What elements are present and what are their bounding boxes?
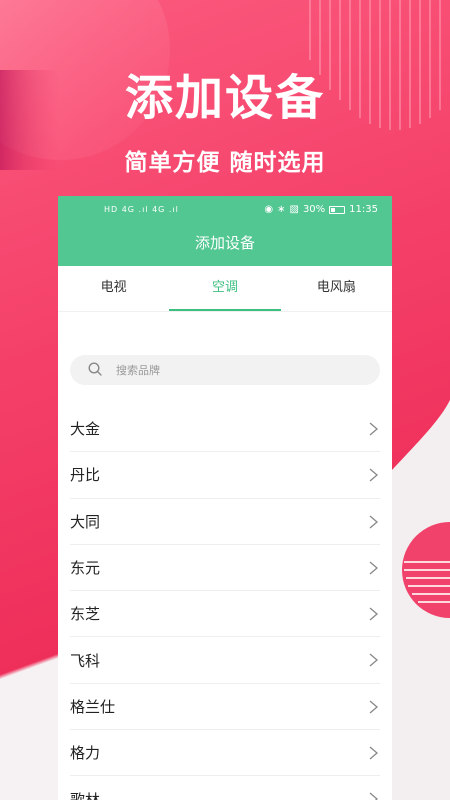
brand-name: 大同	[70, 512, 101, 531]
battery-icon	[329, 205, 346, 214]
list-item[interactable]: 飞科	[70, 637, 380, 684]
chevron-right-icon	[369, 700, 378, 714]
search-icon	[88, 362, 102, 376]
brand-name: 丹比	[70, 466, 101, 485]
tab-tv[interactable]: 电视	[58, 266, 169, 311]
search-bar	[70, 355, 380, 385]
list-item[interactable]: 格力	[70, 730, 380, 777]
chevron-right-icon	[369, 561, 378, 575]
tab-electric-fan[interactable]: 电风扇	[281, 266, 392, 311]
list-item[interactable]: 东芝	[70, 591, 380, 638]
chevron-right-icon	[369, 746, 378, 760]
list-item[interactable]: 丹比	[70, 452, 380, 499]
bluetooth-icon: ∗	[277, 204, 286, 215]
list-item[interactable]: 歌林	[70, 776, 380, 800]
chevron-right-icon	[369, 792, 378, 800]
app-header: HD 4G .ıl 4G .ıl ◉ ∗ ▧ 30% 11:35 添加设备	[58, 196, 392, 266]
chevron-right-icon	[369, 422, 378, 436]
list-item[interactable]: 东元	[70, 545, 380, 592]
signal-indicator: HD 4G .ıl 4G .ıl	[104, 205, 179, 214]
status-bar: HD 4G .ıl 4G .ıl ◉ ∗ ▧ 30% 11:35	[58, 196, 392, 224]
brand-name: 东元	[70, 559, 101, 578]
brand-list: 大金 丹比 大同 东元 东芝 飞科 格兰仕 格力 歌林	[70, 406, 380, 800]
search-input[interactable]	[116, 355, 366, 385]
promo-headline: 添加设备	[124, 70, 325, 126]
chevron-right-icon	[369, 607, 378, 621]
promo-subline: 简单方便 随时选用	[124, 150, 326, 176]
chevron-right-icon	[369, 515, 378, 529]
page-title: 添加设备	[194, 234, 255, 252]
chevron-right-icon	[369, 468, 378, 482]
brand-name: 格兰仕	[70, 697, 116, 716]
eye-icon: ◉	[264, 204, 274, 215]
list-item[interactable]: 大同	[70, 499, 380, 545]
tab-air-conditioner[interactable]: 空调	[169, 266, 281, 311]
brand-name: 格力	[70, 744, 101, 763]
battery-percent: 30%	[302, 204, 326, 215]
list-item[interactable]: 格兰仕	[70, 684, 380, 731]
clock: 11:35	[349, 204, 378, 215]
chevron-right-icon	[369, 653, 378, 667]
brand-name: 东芝	[70, 605, 101, 624]
status-right-group: ◉ ∗ ▧ 30% 11:35	[264, 204, 378, 215]
category-tabs: 电视 空调 电风扇	[58, 266, 392, 312]
brand-name: 歌林	[70, 790, 101, 800]
brand-name: 飞科	[70, 651, 101, 670]
phone-screen: HD 4G .ıl 4G .ıl ◉ ∗ ▧ 30% 11:35 添加设备 电视…	[58, 196, 392, 800]
brand-name: 大金	[70, 420, 101, 439]
list-item[interactable]: 大金	[70, 406, 380, 453]
vibrate-icon: ▧	[289, 204, 299, 215]
